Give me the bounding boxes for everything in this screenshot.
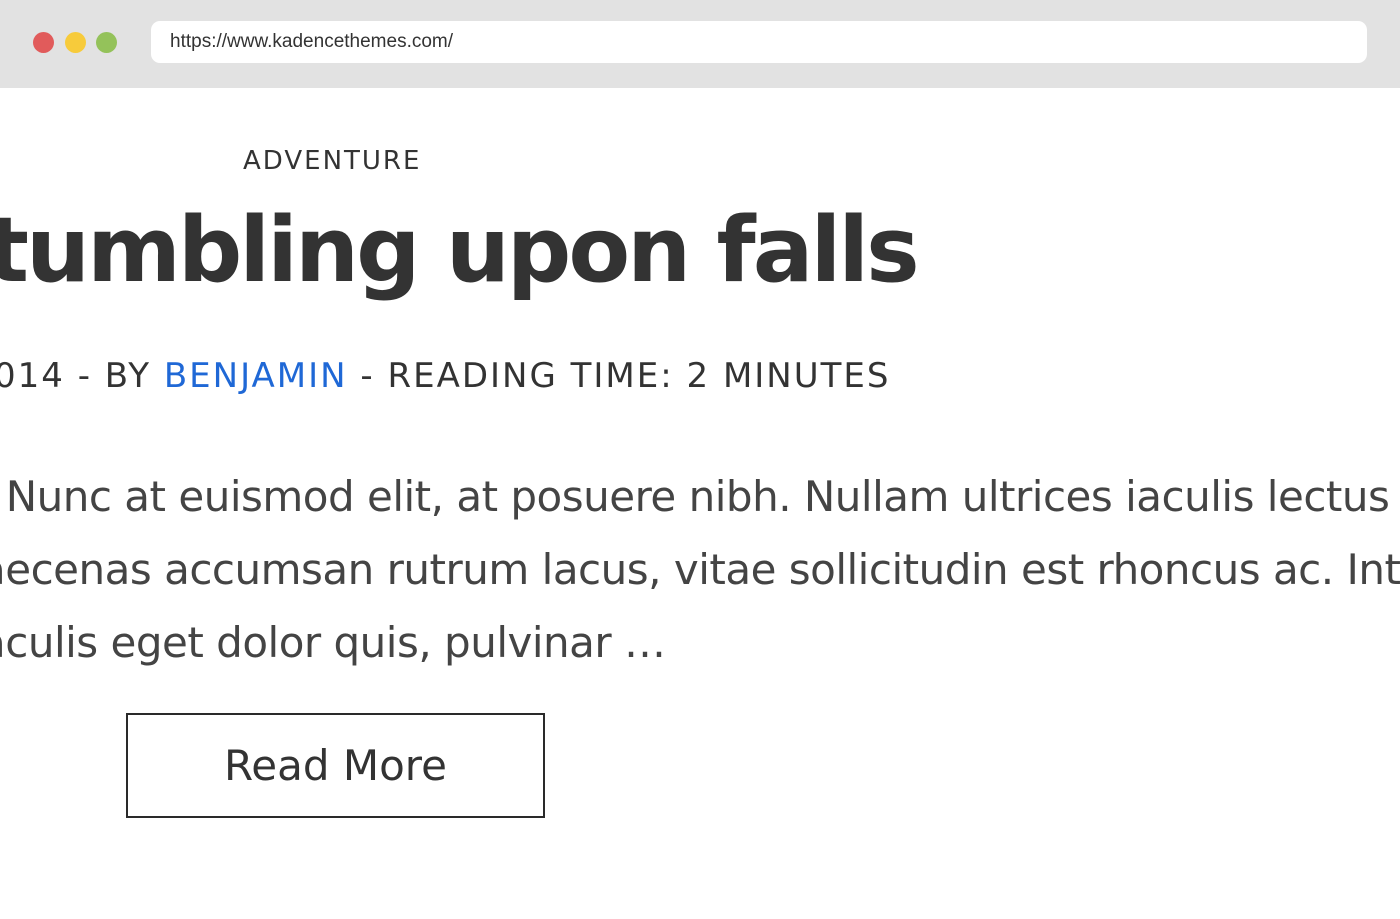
browser-toolbar: https://www.kadencethemes.com/ (0, 0, 1400, 88)
read-more-button[interactable]: Read More (126, 713, 545, 818)
post-category[interactable]: ADVENTURE (243, 146, 421, 176)
page-content: ADVENTURE tumbling upon falls 014 - BY B… (0, 88, 1400, 919)
excerpt-line: . Nunc at euismod elit, at posuere nibh.… (0, 472, 1390, 521)
by-label: - BY (77, 356, 152, 396)
close-window-dot-icon[interactable] (33, 32, 54, 53)
maximize-window-dot-icon[interactable] (96, 32, 117, 53)
author-link[interactable]: BENJAMIN (164, 356, 348, 396)
post-meta: 014 - BY BENJAMIN - READING TIME: 2 MINU… (0, 356, 890, 396)
excerpt-line: aculis eget dolor quis, pulvinar … (0, 618, 666, 667)
address-bar[interactable]: https://www.kadencethemes.com/ (151, 21, 1367, 63)
post-date: 014 (0, 356, 65, 396)
reading-time: - READING TIME: 2 MINUTES (360, 356, 891, 396)
minimize-window-dot-icon[interactable] (65, 32, 86, 53)
excerpt-line: aecenas accumsan rutrum lacus, vitae sol… (0, 545, 1400, 594)
post-excerpt: . Nunc at euismod elit, at posuere nibh.… (0, 460, 1400, 679)
post-title[interactable]: tumbling upon falls (0, 206, 920, 296)
